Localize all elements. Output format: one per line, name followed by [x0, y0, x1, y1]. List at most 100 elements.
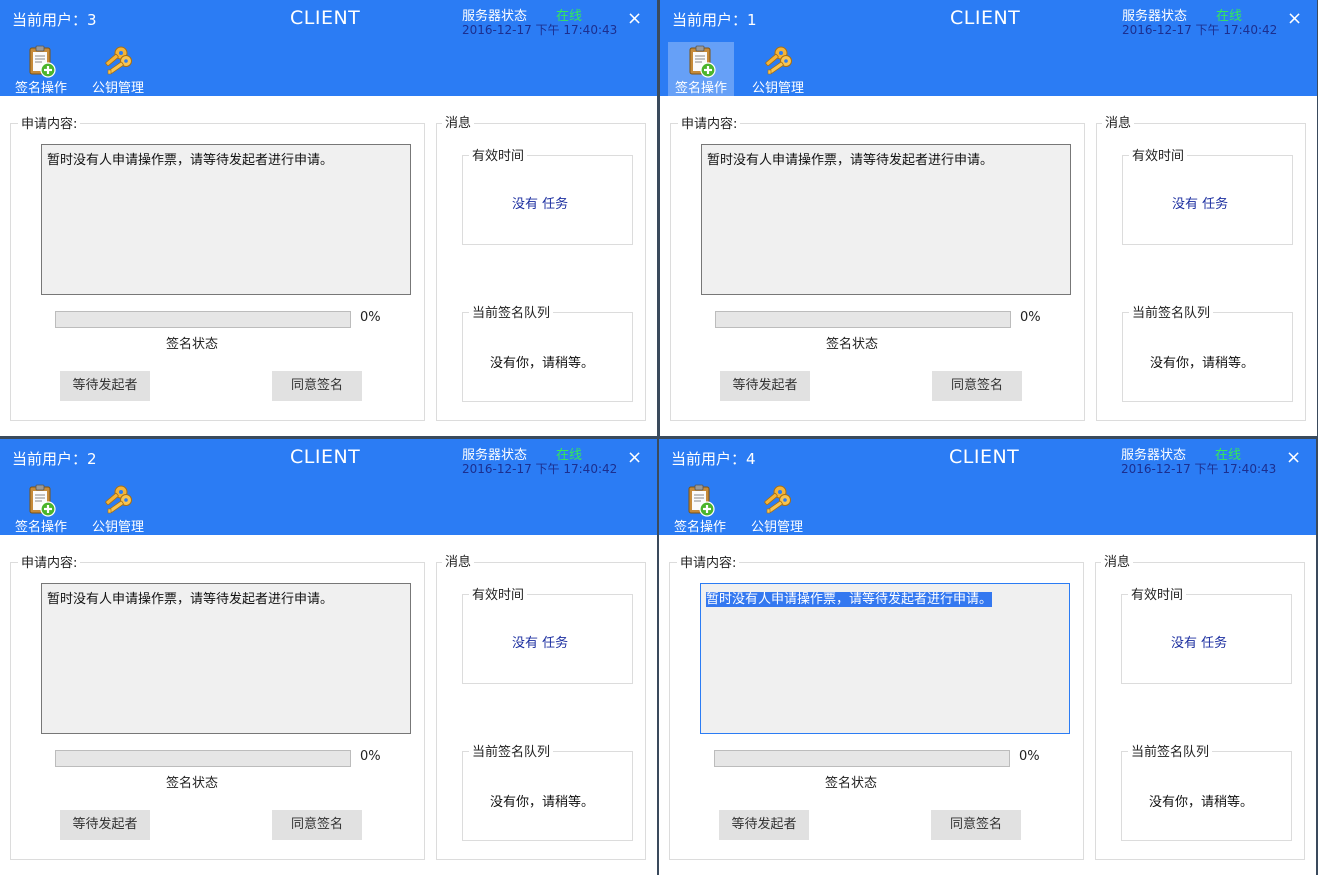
sign-queue-status: 没有你，请稍等。: [1150, 356, 1255, 371]
clipboard-add-icon: [689, 45, 716, 78]
window-header: 当前用户：3 CLIENT 服务器状态 在线 2016-12-17 下午 17:…: [0, 0, 657, 96]
request-content-title: 申请内容:: [18, 552, 81, 571]
request-content-text: 暂时没有人申请操作票，请等待发起者进行申请。: [47, 153, 334, 168]
keys-icon: [105, 46, 132, 75]
tool-public-key-management[interactable]: 公钥管理: [745, 42, 811, 96]
close-button[interactable]: ×: [627, 8, 642, 29]
window-title: CLIENT: [950, 7, 1021, 29]
task-status: 没有 任务: [1172, 197, 1229, 212]
keys-icon: [105, 485, 132, 514]
sign-queue-status: 没有你，请稍等。: [490, 356, 595, 371]
current-user-label: 当前用户：3: [12, 11, 97, 29]
sign-state-label: 签名状态: [826, 337, 879, 352]
server-time: 2016-12-17 下午 17:40:42: [462, 462, 618, 476]
sign-progress-bar: [55, 750, 351, 767]
request-content-title: 申请内容:: [677, 552, 740, 571]
request-content-textarea[interactable]: 暂时没有人申请操作票，请等待发起者进行申请。: [700, 583, 1070, 734]
window-header: 当前用户：2 CLIENT 服务器状态 在线 2016-12-17 下午 17:…: [0, 439, 657, 535]
client-window-3: 当前用户：2 CLIENT 服务器状态 在线 2016-12-17 下午 17:…: [0, 439, 657, 875]
sign-progress-percent: 0%: [1020, 310, 1041, 325]
sign-queue-status: 没有你，请稍等。: [490, 795, 595, 810]
current-user-label: 当前用户：4: [671, 450, 756, 468]
request-content-textarea[interactable]: 暂时没有人申请操作票，请等待发起者进行申请。: [41, 583, 411, 734]
window-header: 当前用户：1 CLIENT 服务器状态 在线 2016-12-17 下午 17:…: [660, 0, 1317, 96]
client-window-1: 当前用户：3 CLIENT 服务器状态 在线 2016-12-17 下午 17:…: [0, 0, 657, 436]
sign-state-label: 签名状态: [166, 337, 219, 352]
tool-label: 签名操作: [674, 81, 727, 96]
tool-sign-operation[interactable]: 签名操作: [8, 42, 74, 96]
tool-label: 公钥管理: [91, 520, 144, 535]
sign-progress-bar: [715, 311, 1011, 328]
keys-icon: [765, 46, 792, 75]
tool-sign-operation[interactable]: 签名操作: [8, 481, 74, 535]
tool-public-key-management[interactable]: 公钥管理: [85, 481, 151, 535]
request-content-text: 暂时没有人申请操作票，请等待发起者进行申请。: [706, 592, 993, 607]
message-group-title: 消息: [1101, 551, 1134, 570]
current-user-label: 当前用户：2: [12, 450, 97, 468]
client-window-4: 当前用户：4 CLIENT 服务器状态 在线 2016-12-17 下午 17:…: [659, 439, 1316, 875]
tool-label: 公钥管理: [91, 81, 144, 96]
wait-initiator-button[interactable]: 等待发起者: [720, 371, 810, 401]
window-header: 当前用户：4 CLIENT 服务器状态 在线 2016-12-17 下午 17:…: [659, 439, 1316, 535]
sign-state-label: 签名状态: [825, 776, 878, 791]
sign-state-label: 签名状态: [166, 776, 219, 791]
server-time: 2016-12-17 下午 17:40:43: [1121, 462, 1277, 476]
sign-progress-bar: [714, 750, 1010, 767]
wait-initiator-button[interactable]: 等待发起者: [60, 371, 150, 401]
tool-public-key-management[interactable]: 公钥管理: [744, 481, 810, 535]
tool-label: 签名操作: [673, 520, 726, 535]
window-title: CLIENT: [290, 446, 361, 468]
sign-queue-title: 当前签名队列: [469, 741, 554, 760]
close-button[interactable]: ×: [627, 447, 642, 468]
agree-sign-button[interactable]: 同意签名: [931, 810, 1021, 840]
client-window-2: 当前用户：1 CLIENT 服务器状态 在线 2016-12-17 下午 17:…: [660, 0, 1317, 436]
close-button[interactable]: ×: [1287, 8, 1302, 29]
request-content-title: 申请内容:: [678, 113, 741, 132]
server-time: 2016-12-17 下午 17:40:43: [462, 23, 618, 37]
task-status: 没有 任务: [512, 636, 569, 651]
tool-sign-operation[interactable]: 签名操作: [668, 42, 734, 96]
clipboard-add-icon: [29, 484, 56, 517]
sign-queue-title: 当前签名队列: [1128, 741, 1213, 760]
sign-progress-bar: [55, 311, 351, 328]
message-group-title: 消息: [1102, 112, 1135, 131]
sign-queue-status: 没有你，请稍等。: [1149, 795, 1254, 810]
sign-progress-percent: 0%: [1019, 749, 1040, 764]
tool-label: 签名操作: [14, 520, 67, 535]
keys-icon: [764, 485, 791, 514]
agree-sign-button[interactable]: 同意签名: [272, 371, 362, 401]
agree-sign-button[interactable]: 同意签名: [272, 810, 362, 840]
close-button[interactable]: ×: [1286, 447, 1301, 468]
message-group-title: 消息: [442, 112, 475, 131]
message-group-title: 消息: [442, 551, 475, 570]
request-content-text: 暂时没有人申请操作票，请等待发起者进行申请。: [707, 153, 994, 168]
window-title: CLIENT: [290, 7, 361, 29]
valid-time-title: 有效时间: [1128, 584, 1187, 603]
clipboard-add-icon: [688, 484, 715, 517]
request-content-text: 暂时没有人申请操作票，请等待发起者进行申请。: [47, 592, 334, 607]
tool-label: 公钥管理: [750, 520, 803, 535]
request-content-textarea[interactable]: 暂时没有人申请操作票，请等待发起者进行申请。: [41, 144, 411, 295]
request-content-textarea[interactable]: 暂时没有人申请操作票，请等待发起者进行申请。: [701, 144, 1071, 295]
server-time: 2016-12-17 下午 17:40:42: [1122, 23, 1278, 37]
valid-time-title: 有效时间: [469, 584, 528, 603]
sign-progress-percent: 0%: [360, 310, 381, 325]
wait-initiator-button[interactable]: 等待发起者: [719, 810, 809, 840]
agree-sign-button[interactable]: 同意签名: [932, 371, 1022, 401]
tool-sign-operation[interactable]: 签名操作: [667, 481, 733, 535]
sign-queue-title: 当前签名队列: [469, 302, 554, 321]
tool-public-key-management[interactable]: 公钥管理: [85, 42, 151, 96]
sign-queue-title: 当前签名队列: [1129, 302, 1214, 321]
tool-label: 公钥管理: [751, 81, 804, 96]
valid-time-title: 有效时间: [469, 145, 528, 164]
tool-label: 签名操作: [14, 81, 67, 96]
valid-time-title: 有效时间: [1129, 145, 1188, 164]
clipboard-add-icon: [29, 45, 56, 78]
current-user-label: 当前用户：1: [672, 11, 757, 29]
sign-progress-percent: 0%: [360, 749, 381, 764]
task-status: 没有 任务: [1171, 636, 1228, 651]
task-status: 没有 任务: [512, 197, 569, 212]
wait-initiator-button[interactable]: 等待发起者: [60, 810, 150, 840]
window-title: CLIENT: [949, 446, 1020, 468]
request-content-title: 申请内容:: [18, 113, 81, 132]
